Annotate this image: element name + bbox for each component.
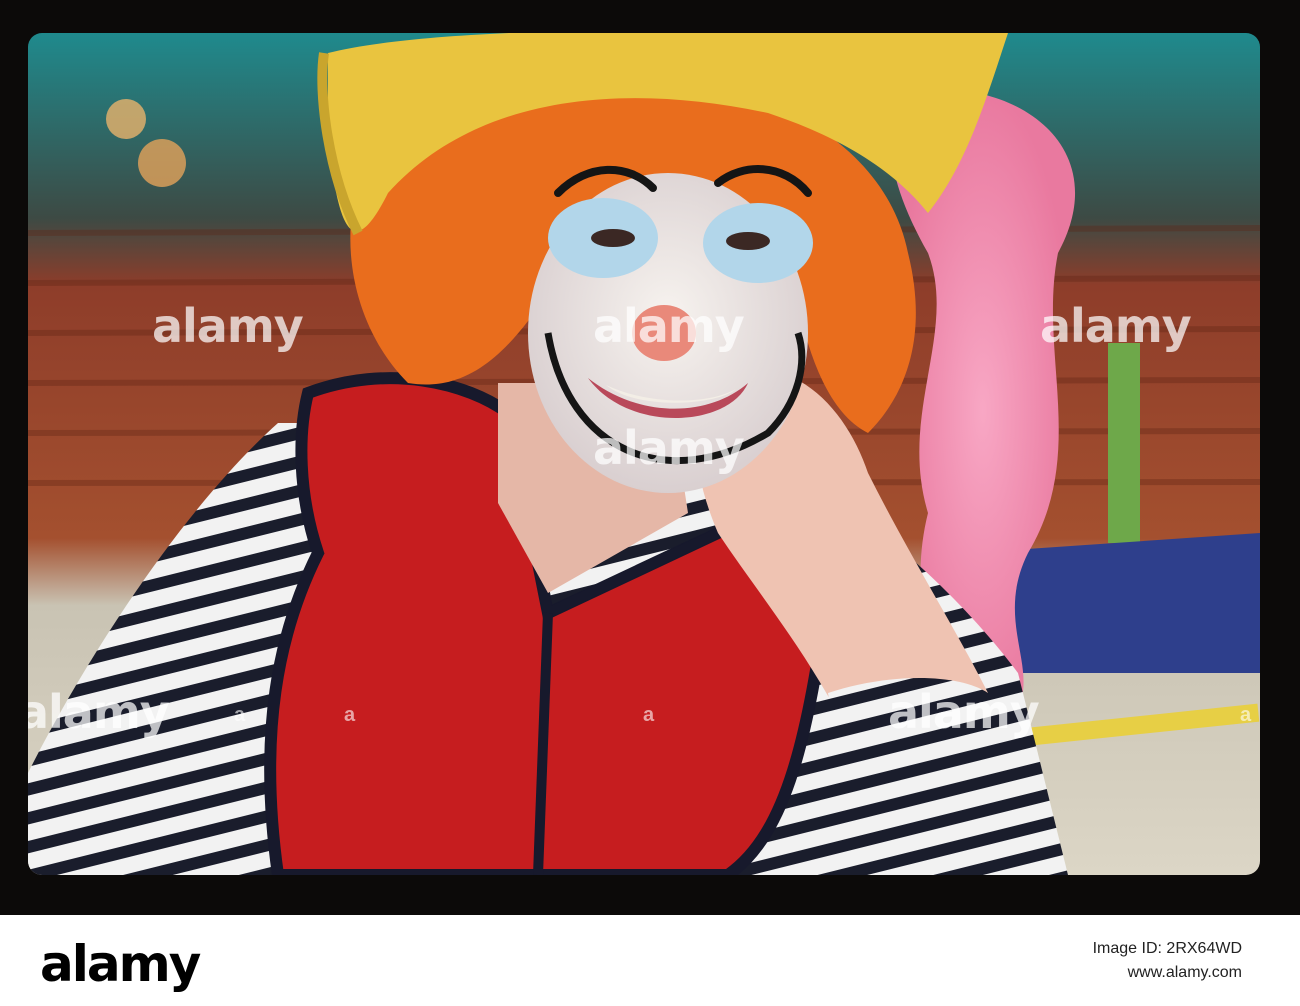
- watermark-text: alamy: [593, 299, 745, 353]
- watermark-mark: a: [344, 704, 356, 726]
- footer-bar: alamy Image ID: 2RX64WD www.alamy.com: [0, 915, 1300, 1006]
- site-url-link[interactable]: www.alamy.com: [1093, 961, 1242, 985]
- watermark-mark: a: [234, 704, 246, 726]
- watermark-text: alamy: [28, 685, 170, 739]
- watermark-text: alamy: [1040, 299, 1192, 353]
- watermark-text: alamy: [888, 685, 1040, 739]
- watermark-text: alamy: [593, 421, 745, 475]
- watermark-mark: a: [643, 704, 655, 726]
- alamy-logo[interactable]: alamy: [40, 935, 201, 993]
- watermark-mark: a: [1240, 704, 1252, 726]
- watermark-text: alamy: [152, 299, 304, 353]
- clown-photo: alamy alamy alamy alamy alamy alamy a a …: [28, 33, 1260, 875]
- film-slide-frame: alamy alamy alamy alamy alamy alamy a a …: [0, 0, 1300, 915]
- image-info: Image ID: 2RX64WD www.alamy.com: [1093, 937, 1242, 985]
- image-id-label: Image ID: 2RX64WD: [1092, 940, 1242, 957]
